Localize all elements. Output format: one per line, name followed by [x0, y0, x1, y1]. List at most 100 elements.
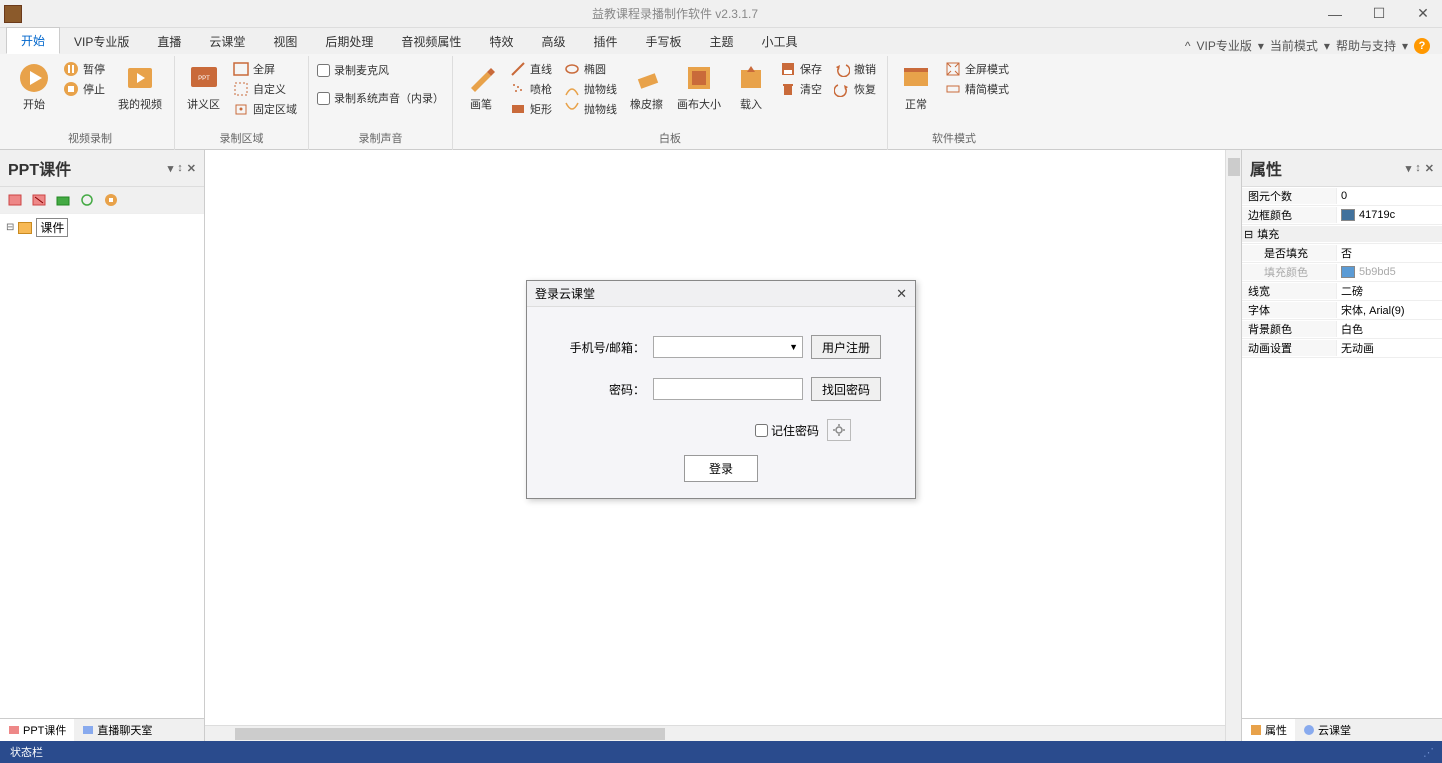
tab-theme[interactable]: 主题	[696, 29, 748, 54]
canvas-size-button[interactable]: 画布大小	[673, 60, 725, 114]
clear-button[interactable]: 清空	[777, 80, 825, 98]
fullscreen-region-button[interactable]: 全屏	[230, 60, 300, 78]
normal-mode-button[interactable]: 正常	[896, 60, 936, 114]
record-mic-checkbox[interactable]: 录制麦克风	[317, 60, 444, 80]
left-panel-header: PPT课件 ▾ ↕ ✕	[0, 150, 204, 187]
expand-icon[interactable]: ⊟	[6, 222, 14, 233]
tree-root-item[interactable]: ⊟ 课件	[6, 218, 198, 237]
panel-close-icon[interactable]: ✕	[187, 162, 196, 175]
pen-button[interactable]: 画笔	[461, 60, 501, 114]
tab-tools[interactable]: 小工具	[748, 29, 812, 54]
minimize-button[interactable]: —	[1320, 4, 1350, 24]
compact-icon	[945, 81, 961, 97]
password-row: 密码： 找回密码	[551, 377, 891, 401]
chevron-down-icon[interactable]: ▼	[785, 342, 802, 352]
my-videos-button[interactable]: 我的视频	[114, 60, 166, 114]
prop-row-count[interactable]: 图元个数0	[1242, 187, 1442, 206]
panel-dropdown-icon[interactable]: ▾	[168, 162, 174, 175]
save-whiteboard-button[interactable]: 保存	[777, 60, 825, 78]
prop-row-bg-color[interactable]: 背景颜色白色	[1242, 320, 1442, 339]
fixed-region-button[interactable]: 固定区域	[230, 100, 300, 118]
dialog-close-button[interactable]: ✕	[896, 286, 907, 302]
prop-row-font[interactable]: 字体宋体, Arial(9)	[1242, 301, 1442, 320]
tab-cloud-classroom[interactable]: 云课堂	[1295, 719, 1359, 741]
play-icon	[18, 62, 50, 94]
custom-region-button[interactable]: 自定义	[230, 80, 300, 98]
refresh-button[interactable]	[78, 191, 96, 209]
tab-ppt-courseware[interactable]: PPT课件	[0, 719, 74, 741]
eraser-button[interactable]: 橡皮擦	[626, 60, 667, 114]
help-icon[interactable]: ?	[1414, 38, 1430, 54]
password-input[interactable]	[653, 378, 803, 400]
tab-adv[interactable]: 高级	[527, 29, 579, 54]
lecture-area-button[interactable]: PPT 讲义区	[183, 60, 224, 114]
prop-row-fill-color[interactable]: 填充颜色5b9bd5	[1242, 263, 1442, 282]
close-button[interactable]: ✕	[1408, 4, 1438, 24]
prop-row-has-fill[interactable]: 是否填充否	[1242, 244, 1442, 263]
tab-cloud[interactable]: 云课堂	[195, 29, 259, 54]
tab-live[interactable]: 直播	[143, 29, 195, 54]
add-slide-button[interactable]	[6, 191, 24, 209]
link-current-mode[interactable]: 当前模式	[1270, 37, 1318, 54]
folder-icon	[18, 222, 32, 234]
pause-button[interactable]: 暂停	[60, 60, 108, 78]
tab-fx[interactable]: 特效	[475, 29, 527, 54]
rect-button[interactable]: 矩形	[507, 100, 555, 118]
delete-slide-button[interactable]	[30, 191, 48, 209]
resize-grip-icon[interactable]: ⋰	[1423, 746, 1432, 759]
remember-password-checkbox[interactable]: 记住密码	[755, 422, 819, 439]
record-system-audio-checkbox[interactable]: 录制系统声音（内录）	[317, 88, 444, 108]
tab-av[interactable]: 音视频属性	[387, 29, 475, 54]
h-scroll-thumb[interactable]	[235, 728, 665, 740]
tab-view[interactable]: 视图	[259, 29, 311, 54]
horizontal-scrollbar[interactable]	[205, 725, 1225, 741]
parabola2-button[interactable]: 抛物线	[561, 100, 620, 118]
tab-properties[interactable]: 属性	[1242, 719, 1295, 741]
login-button[interactable]: 登录	[684, 455, 758, 482]
tab-post[interactable]: 后期处理	[311, 29, 387, 54]
redo-button[interactable]: 恢复	[831, 80, 879, 98]
prop-row-line-width[interactable]: 线宽二磅	[1242, 282, 1442, 301]
dialog-titlebar[interactable]: 登录云课堂 ✕	[527, 281, 915, 307]
tab-start[interactable]: 开始	[6, 27, 60, 54]
panel-close-icon[interactable]: ✕	[1425, 162, 1434, 175]
compact-mode-button[interactable]: 精简模式	[942, 80, 1012, 98]
undo-button[interactable]: 撤销	[831, 60, 879, 78]
caret-up-icon[interactable]: ^	[1185, 39, 1191, 53]
status-text: 状态栏	[10, 744, 43, 760]
phone-label: 手机号/邮箱：	[561, 339, 645, 356]
collapse-icon[interactable]: ⊟	[1244, 228, 1253, 241]
link-vip-pro[interactable]: VIP专业版	[1197, 37, 1252, 54]
maximize-button[interactable]: ☐	[1364, 4, 1394, 24]
phone-email-combo[interactable]: ▼	[653, 336, 803, 358]
ellipse-button[interactable]: 椭圆	[561, 60, 620, 78]
settings-gear-button[interactable]	[827, 419, 851, 441]
line-button[interactable]: 直线	[507, 60, 555, 78]
fullscreen-mode-button[interactable]: 全屏模式	[942, 60, 1012, 78]
stop-button[interactable]: 停止	[60, 80, 108, 98]
load-button[interactable]: 载入	[731, 60, 771, 114]
start-record-button[interactable]: 开始	[14, 60, 54, 114]
gear-icon	[832, 423, 846, 437]
link-help[interactable]: 帮助与支持	[1336, 37, 1396, 54]
prop-row-animation[interactable]: 动画设置无动画	[1242, 339, 1442, 358]
stop-preview-button[interactable]	[102, 191, 120, 209]
register-button[interactable]: 用户注册	[811, 335, 881, 359]
spray-button[interactable]: 喷枪	[507, 80, 555, 98]
save-icon	[780, 61, 796, 77]
open-folder-button[interactable]	[54, 191, 72, 209]
prop-category-fill[interactable]: ⊟填充	[1242, 225, 1442, 244]
v-scroll-thumb[interactable]	[1228, 158, 1240, 176]
prop-row-border-color[interactable]: 边框颜色41719c	[1242, 206, 1442, 225]
find-password-button[interactable]: 找回密码	[811, 377, 881, 401]
panel-pin-icon[interactable]: ↕	[177, 162, 183, 174]
tab-plugin[interactable]: 插件	[579, 29, 631, 54]
panel-dropdown-icon[interactable]: ▾	[1406, 162, 1412, 175]
tab-vip[interactable]: VIP专业版	[60, 29, 143, 54]
tab-live-chat[interactable]: 直播聊天室	[74, 719, 160, 741]
panel-pin-icon[interactable]: ↕	[1415, 162, 1421, 174]
tab-tablet[interactable]: 手写板	[631, 29, 695, 54]
vertical-scrollbar[interactable]	[1225, 150, 1241, 741]
parabola1-button[interactable]: 抛物线	[561, 80, 620, 98]
left-panel-toolbar	[0, 187, 204, 214]
